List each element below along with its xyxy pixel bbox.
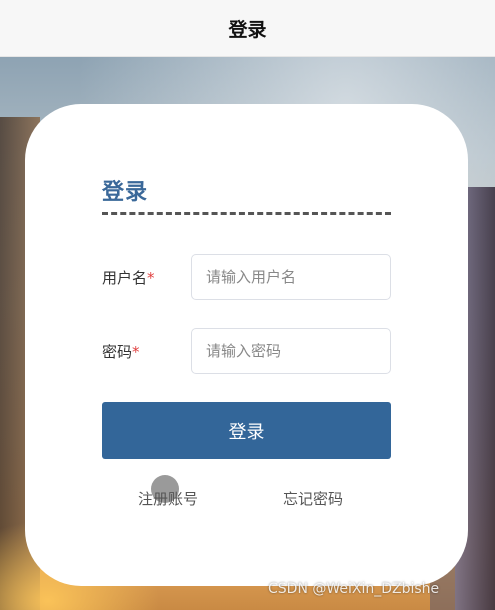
login-card-title: 登录 xyxy=(102,180,149,205)
password-input[interactable] xyxy=(191,328,391,374)
username-row: 用户名* xyxy=(102,254,391,300)
navigation-bar: 登录 xyxy=(0,0,495,57)
title-divider xyxy=(102,212,391,215)
password-label-text: 密码 xyxy=(102,343,133,361)
register-link[interactable]: 注册账号 xyxy=(138,488,198,509)
username-label: 用户名* xyxy=(102,267,155,288)
login-card: 登录 用户名* 密码* 登录 注册账号 忘记密码 xyxy=(25,104,468,586)
password-required-mark: * xyxy=(132,343,140,361)
password-row: 密码* xyxy=(102,328,391,374)
watermark: CSDN @WeiXin_DZbishe xyxy=(268,581,440,597)
page-title: 登录 xyxy=(228,18,267,41)
username-required-mark: * xyxy=(147,269,155,287)
password-label: 密码* xyxy=(102,341,140,362)
login-button[interactable]: 登录 xyxy=(102,402,391,459)
username-label-text: 用户名 xyxy=(102,269,148,287)
username-input[interactable] xyxy=(191,254,391,300)
forgot-password-link[interactable]: 忘记密码 xyxy=(283,488,343,509)
